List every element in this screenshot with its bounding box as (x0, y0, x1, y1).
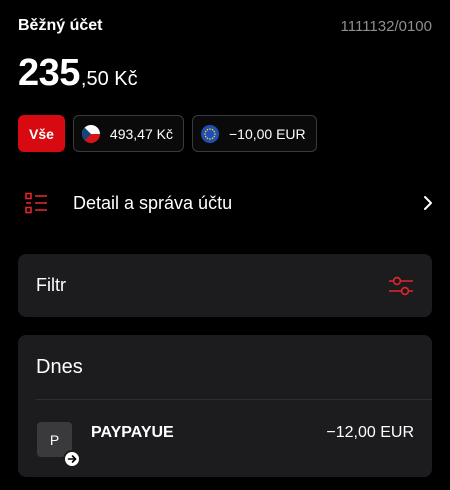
czk-balance-amount: 493,47 Kč (109, 125, 173, 142)
eu-flag-icon (200, 124, 219, 143)
sliders-icon (388, 273, 414, 299)
list-icon (25, 191, 49, 215)
account-number: 1111132/0100 (340, 17, 432, 35)
transactions-day-heading: Dnes (36, 356, 83, 378)
eur-balance-amount: −10,00 EUR (228, 125, 306, 142)
divider (36, 399, 432, 400)
transaction-merchant: PAYPAYUE (91, 424, 174, 441)
account-balance: 235 ,50 Kč (18, 52, 138, 95)
account-screen: Běžný účet 1111132/0100 235 ,50 Kč Vše 4… (0, 0, 450, 490)
filter-label: Filtr (36, 275, 66, 295)
czk-balance-chip[interactable]: 493,47 Kč (72, 115, 184, 152)
account-header: Běžný účet 1111132/0100 (18, 14, 432, 38)
currency-filter-chips: Vše 493,47 Kč −10,00 EUR (18, 115, 317, 152)
account-detail-link[interactable]: Detail a správa účtu (18, 180, 434, 226)
chevron-right-icon (422, 195, 434, 211)
balance-integer: 235 (18, 52, 80, 94)
transaction-row[interactable]: P PAYPAYUE −12,00 EUR (36, 420, 414, 470)
account-detail-label: Detail a správa účtu (73, 192, 233, 213)
balance-decimal: ,50 Kč (80, 68, 138, 90)
transaction-amount: −12,00 EUR (326, 424, 414, 441)
filter-card[interactable]: Filtr (18, 254, 432, 317)
arrow-right-icon (63, 450, 81, 468)
all-currencies-chip[interactable]: Vše (18, 115, 65, 152)
account-name: Běžný účet (18, 17, 103, 34)
czech-flag-icon (81, 124, 100, 143)
transactions-card: Dnes P PAYPAYUE −12,00 EUR (18, 335, 432, 477)
eur-balance-chip[interactable]: −10,00 EUR (191, 115, 317, 152)
